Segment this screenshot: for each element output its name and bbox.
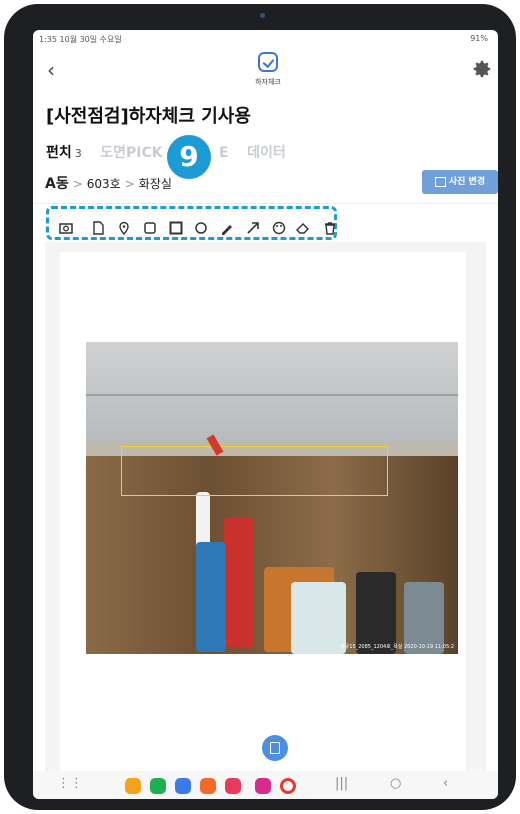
selection-rectangle[interactable] <box>121 446 388 496</box>
tab-hidden[interactable]: E <box>219 145 229 161</box>
front-camera <box>260 13 265 18</box>
trash-icon[interactable] <box>322 220 338 236</box>
gear-icon[interactable] <box>471 58 493 80</box>
file-icon[interactable] <box>90 220 106 236</box>
tablet-frame: 1:35 10월 30일 수요일 91% ‹ 하자체크 [사전점검]하자체크 기… <box>4 4 516 810</box>
tab-punch[interactable]: 펀치 3 <box>46 142 82 162</box>
tab-punch-count: 3 <box>74 147 82 160</box>
home-icon[interactable]: ○ <box>390 776 401 791</box>
breadcrumb-room[interactable]: 화장실 <box>139 177 172 191</box>
camera-icon[interactable] <box>58 220 74 236</box>
battery-level: 91% <box>470 34 488 43</box>
page-title: [사전점검]하자체크 기사용 <box>46 106 251 127</box>
eraser-icon[interactable] <box>295 220 311 236</box>
image-icon <box>434 176 446 187</box>
tab-drawing-pick[interactable]: 도면PICK <box>100 142 162 162</box>
breadcrumb-building[interactable]: A동 <box>45 176 69 192</box>
step-badge: 9 <box>167 135 211 179</box>
exit-fab-button[interactable] <box>262 735 288 761</box>
pen-icon[interactable] <box>219 220 235 236</box>
arrow-icon[interactable] <box>245 220 261 236</box>
phone-app-icon[interactable] <box>150 778 166 794</box>
inspection-photo[interactable]: 관유15_2085_1204호_욕실 2020-10-19 11:05:2 <box>86 342 458 654</box>
photo-timestamp: 관유15_2085_1204호_욕실 2020-10-19 11:05:2 <box>340 644 454 650</box>
tab-data[interactable]: 데이터 <box>247 142 286 162</box>
messages-app-icon[interactable] <box>175 778 191 794</box>
contacts-app-icon[interactable] <box>200 778 216 794</box>
filled-square-icon[interactable] <box>168 220 184 236</box>
square-icon[interactable] <box>142 220 158 236</box>
pin-icon[interactable] <box>116 220 132 236</box>
photo-bottle <box>291 582 346 654</box>
status-bar: 1:35 10월 30일 수요일 91% <box>33 30 498 48</box>
camera-app-icon[interactable] <box>225 778 241 794</box>
app-name: 하자체크 <box>255 78 281 86</box>
back-nav-icon[interactable]: ‹ <box>443 776 448 791</box>
apps-grid-icon[interactable]: ⋮⋮ <box>57 776 83 791</box>
photo-bottle <box>224 517 254 647</box>
palette-icon[interactable] <box>271 220 287 236</box>
gallery-app-icon[interactable] <box>255 778 271 794</box>
app-logo-icon <box>258 52 278 72</box>
breadcrumb: A동 >603호 > 화장실 <box>45 176 172 192</box>
folder-app-icon[interactable] <box>125 778 141 794</box>
back-icon[interactable]: ‹ <box>47 58 55 82</box>
photo-tile-wall <box>86 342 458 442</box>
screen: 1:35 10월 30일 수요일 91% ‹ 하자체크 [사전점검]하자체크 기… <box>33 30 498 799</box>
status-time: 1:35 10월 30일 수요일 <box>39 35 122 44</box>
photo-bottle <box>196 542 226 652</box>
breadcrumb-unit[interactable]: 603호 <box>87 177 121 191</box>
circle-icon[interactable] <box>193 220 209 236</box>
divider <box>33 203 498 204</box>
photo-bottle <box>356 572 396 654</box>
chrome-app-icon[interactable] <box>280 778 296 794</box>
change-photo-button[interactable]: 사진 변경 <box>422 170 498 194</box>
recents-icon[interactable]: ||| <box>335 776 348 791</box>
